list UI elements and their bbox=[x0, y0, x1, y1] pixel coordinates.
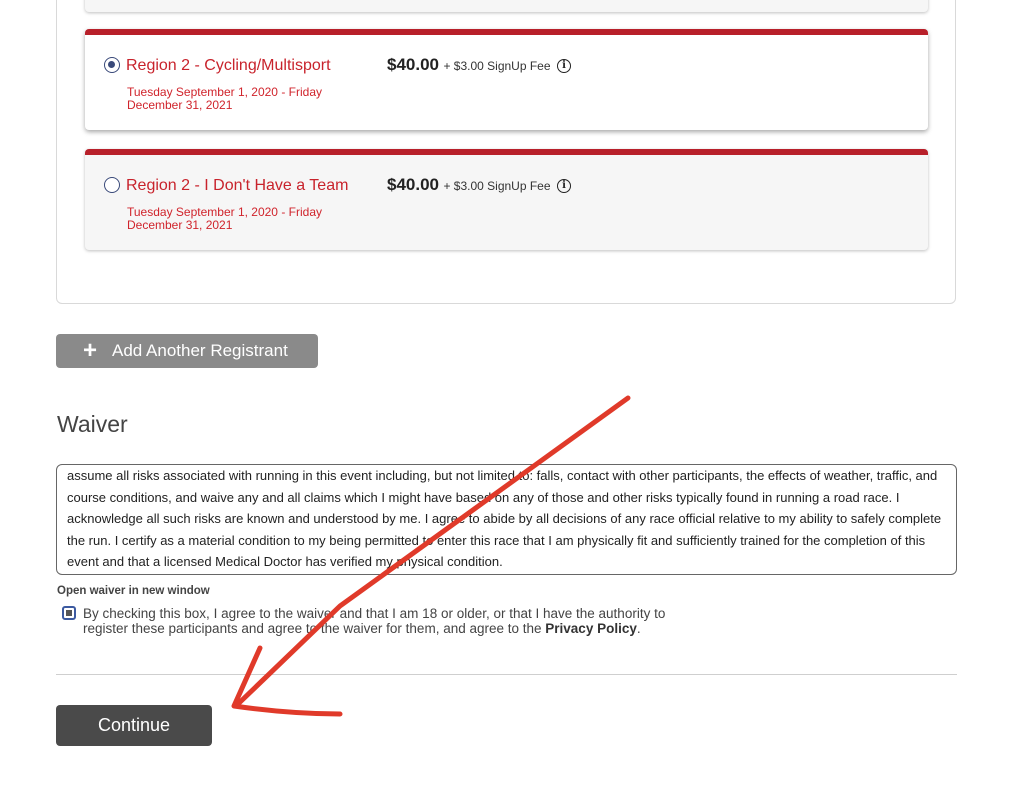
open-waiver-link[interactable]: Open waiver in new window bbox=[57, 585, 210, 597]
signup-fee-label: + $3.00 SignUp Fee bbox=[443, 179, 551, 193]
plus-icon: + bbox=[83, 337, 98, 364]
annotation-arrow-head bbox=[231, 645, 343, 717]
waiver-agree-label: By checking this box, I agree to the wai… bbox=[83, 606, 703, 636]
registration-option-title[interactable]: Region 2 - Cycling/Multisport bbox=[126, 57, 331, 75]
add-another-registrant-button[interactable]: + Add Another Registrant bbox=[56, 334, 318, 368]
registration-option-card[interactable]: Region 2 - Cycling/Multisport Tuesday Se… bbox=[85, 29, 928, 130]
registration-option-price: $40.00 bbox=[387, 175, 439, 194]
divider bbox=[56, 674, 957, 675]
info-icon[interactable]: i bbox=[556, 58, 571, 73]
add-another-registrant-label: Add Another Registrant bbox=[112, 341, 288, 360]
registration-option-title[interactable]: Region 2 - I Don't Have a Team bbox=[126, 177, 348, 195]
registration-option-radio[interactable] bbox=[104, 177, 120, 193]
registration-option-price: $40.00 bbox=[387, 55, 439, 74]
signup-fee-label: + $3.00 SignUp Fee bbox=[443, 59, 551, 73]
registration-option-radio-selected[interactable] bbox=[104, 57, 120, 73]
waiver-agree-suffix: . bbox=[636, 621, 641, 636]
registration-option-price-row: $40.00 + $3.00 SignUp Fee i bbox=[387, 175, 571, 195]
privacy-policy-link[interactable]: Privacy Policy bbox=[545, 621, 637, 636]
waiver-text-box[interactable]: assume all risks associated with running… bbox=[56, 464, 957, 575]
registration-option-dates: Tuesday September 1, 2020 - Friday Decem… bbox=[127, 85, 322, 112]
registration-option-price-row: $40.00 + $3.00 SignUp Fee i bbox=[387, 55, 571, 75]
waiver-heading: Waiver bbox=[57, 411, 128, 437]
info-icon[interactable]: i bbox=[556, 178, 571, 193]
waiver-text: assume all risks associated with running… bbox=[67, 468, 942, 569]
registration-option-card-partial bbox=[85, 0, 928, 12]
waiver-agree-checkbox[interactable] bbox=[62, 606, 76, 620]
registration-option-card[interactable]: Region 2 - I Don't Have a Team Tuesday S… bbox=[85, 149, 928, 250]
continue-button[interactable]: Continue bbox=[56, 705, 212, 746]
registration-option-dates: Tuesday September 1, 2020 - Friday Decem… bbox=[127, 205, 322, 232]
